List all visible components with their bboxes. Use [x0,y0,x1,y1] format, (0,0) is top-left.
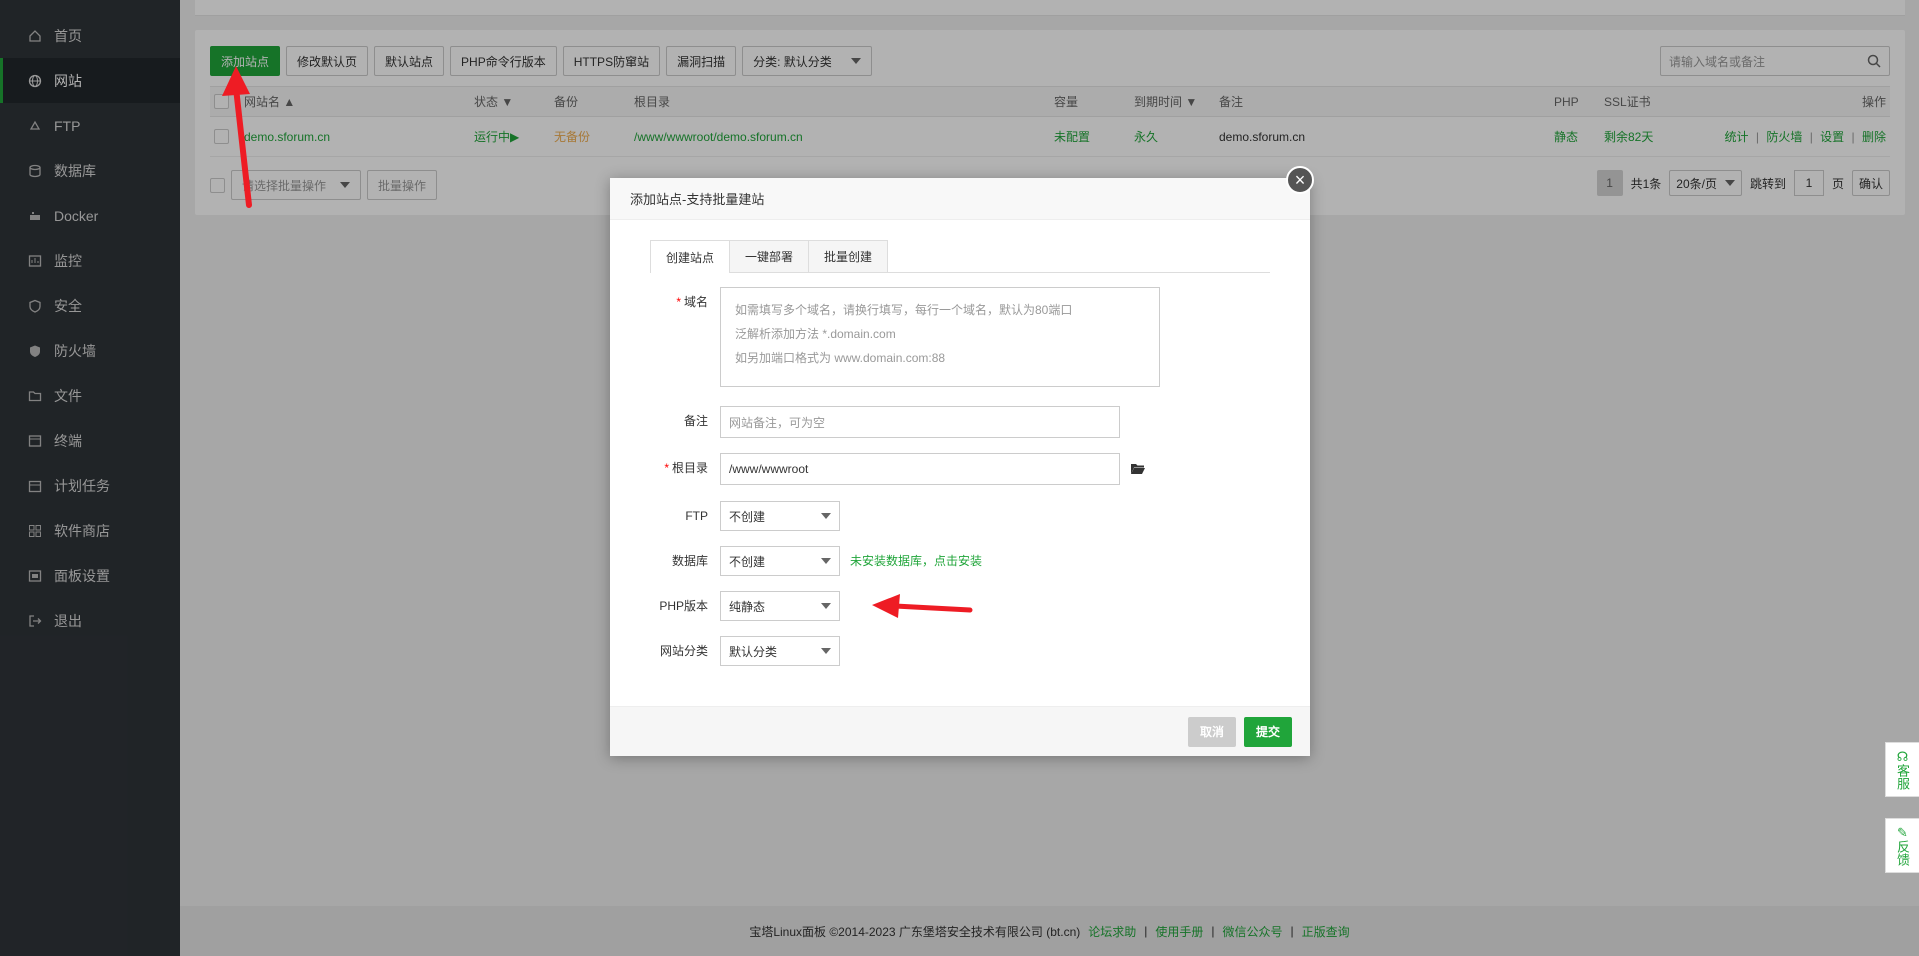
category-row: 网站分类 默认分类 [650,636,840,666]
chevron-down-icon [821,558,831,564]
php-version-label: PHP版本 [659,599,708,613]
feedback-button[interactable]: ✎ 反馈 [1885,818,1919,873]
ftp-select-value: 不创建 [729,509,766,524]
chevron-down-icon [821,603,831,609]
php-version-select-value: 纯静态 [729,599,766,614]
edit-icon: ✎ [1897,825,1908,840]
add-site-modal: 添加站点-支持批量建站 × 创建站点 一键部署 批量创建 * 域名 如需填写多个域… [610,166,1314,756]
php-version-row: PHP版本 纯静态 [650,591,840,621]
php-version-select[interactable]: 纯静态 [720,591,840,621]
database-select[interactable]: 不创建 [720,546,840,576]
domain-textarea[interactable]: 如需填写多个域名，请换行填写，每行一个域名，默认为80端口 泛解析添加方法 *.… [720,287,1160,387]
root-label: * 根目录 [664,461,708,475]
install-database-link[interactable]: 未安装数据库，点击安装 [850,546,982,576]
ftp-select[interactable]: 不创建 [720,501,840,531]
remark-input[interactable]: 网站备注，可为空 [720,406,1120,438]
headset-icon: ☊ [1896,749,1909,764]
site-category-label: 网站分类 [659,644,708,658]
site-category-select[interactable]: 默认分类 [720,636,840,666]
root-input[interactable]: /www/wwwroot [720,453,1120,485]
ftp-label: FTP [685,509,708,523]
chevron-down-icon [821,648,831,654]
modal-tabs: 创建站点 一键部署 批量创建 [650,240,1270,273]
customer-service-button[interactable]: ☊ 客服 [1885,742,1919,797]
domain-hint-2: 泛解析添加方法 *.domain.com [735,327,896,341]
site-category-select-value: 默认分类 [729,644,778,659]
cancel-button[interactable]: 取消 [1187,716,1236,747]
ftp-row: FTP 不创建 [650,501,840,531]
tab-one-click-deploy[interactable]: 一键部署 [729,240,810,272]
domain-hint-3: 如另加端口格式为 www.domain.com:88 [735,351,946,365]
submit-button[interactable]: 提交 [1243,716,1292,747]
remark-row: 备注 网站备注，可为空 [650,406,1120,438]
tab-create-site[interactable]: 创建站点 [650,240,731,273]
close-icon[interactable]: × [1286,166,1314,194]
modal-title: 添加站点-支持批量建站 [610,178,1310,220]
modal-footer: 取消 提交 [610,706,1310,756]
database-select-value: 不创建 [729,554,766,569]
tab-batch-create[interactable]: 批量创建 [808,240,889,272]
feedback-label: 反馈 [1895,840,1910,866]
folder-open-icon[interactable] [1130,462,1146,476]
remark-label: 备注 [683,414,708,428]
chevron-down-icon [821,513,831,519]
database-label: 数据库 [671,554,708,568]
database-row: 数据库 不创建 未安装数据库，点击安装 [650,546,982,576]
domain-row: * 域名 如需填写多个域名，请换行填写，每行一个域名，默认为80端口 泛解析添加方… [650,287,1160,387]
domain-hint-1: 如需填写多个域名，请换行填写，每行一个域名，默认为80端口 [735,303,1073,317]
root-row: * 根目录 /www/wwwroot [650,453,1146,485]
domain-label: * 域名 [676,295,708,309]
service-label: 客服 [1895,764,1910,790]
